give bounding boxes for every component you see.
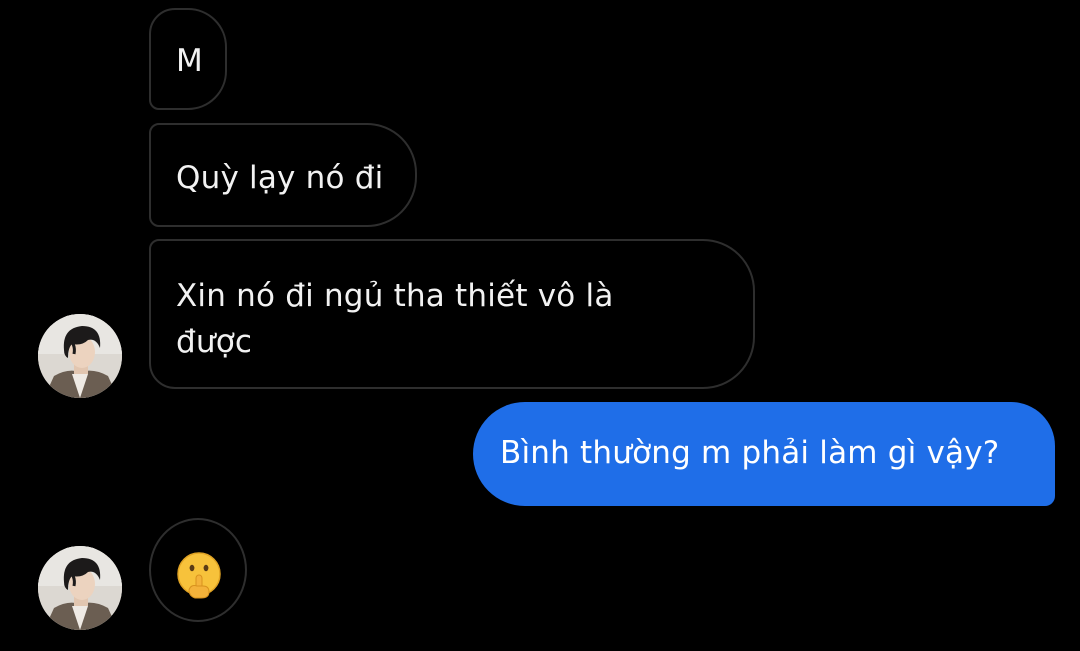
message-text: Bình thường m phải làm gì vậy? bbox=[500, 435, 1000, 471]
incoming-message-bubble[interactable]: Quỳ lạy nó đi bbox=[149, 123, 417, 227]
message-text-line: được bbox=[176, 324, 253, 360]
person-avatar-icon bbox=[38, 546, 122, 630]
incoming-emoji-bubble[interactable] bbox=[149, 518, 247, 622]
message-text: Quỳ lạy nó đi bbox=[176, 160, 384, 196]
message-text-line: Xin nó đi ngủ tha thiết vô là bbox=[176, 278, 614, 314]
person-avatar-icon bbox=[38, 314, 122, 398]
incoming-message-bubble[interactable]: Xin nó đi ngủ tha thiết vô là được bbox=[149, 239, 755, 389]
incoming-message-bubble[interactable]: M bbox=[149, 8, 227, 110]
shushing-face-emoji-icon bbox=[177, 552, 221, 599]
contact-avatar[interactable] bbox=[38, 314, 122, 398]
outgoing-message-bubble[interactable]: Bình thường m phải làm gì vậy? bbox=[473, 402, 1055, 506]
chat-thread: M Quỳ lạy nó đi Xin nó đi ngủ tha thiết … bbox=[0, 0, 1080, 651]
message-text: M bbox=[176, 43, 203, 79]
contact-avatar[interactable] bbox=[38, 546, 122, 630]
